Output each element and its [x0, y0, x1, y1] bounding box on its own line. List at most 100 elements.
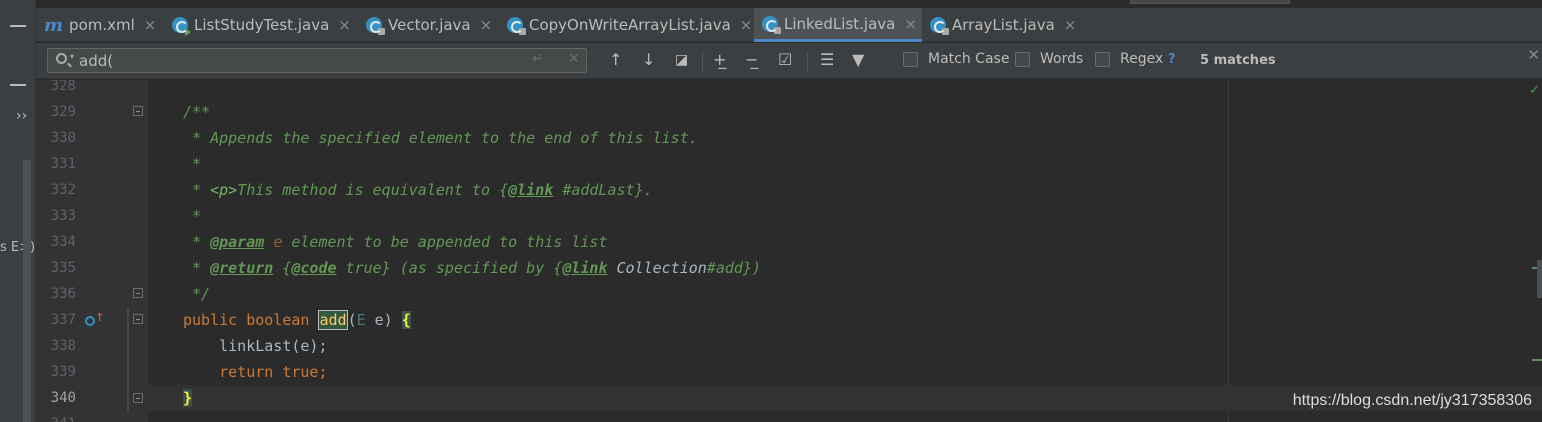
window-top-fragment [1130, 0, 1290, 4]
code-line: 334 * @param e element to be appended to… [36, 229, 1542, 255]
line-number: 338 [50, 338, 76, 354]
left-scrollbar[interactable] [23, 160, 31, 422]
code-token: This method is equivalent to { [237, 181, 509, 199]
code-editor[interactable]: 328 329 /** 330 * Appends the specified … [36, 80, 1542, 422]
line-number: 331 [50, 156, 76, 172]
close-find-bar-icon[interactable]: ✕ [1527, 46, 1540, 64]
code-token: e) [365, 311, 402, 329]
next-occurrence-icon[interactable]: ↓ [642, 51, 655, 69]
code-token: * [183, 259, 211, 277]
code-text: * @return {@code true} (as specified by … [183, 255, 761, 281]
code-token: public [183, 311, 238, 329]
code-text: return true; [183, 359, 327, 385]
tab-copy-on-write-array-list[interactable]: CopyOnWriteArrayList.java × [499, 8, 752, 42]
select-all-matches-icon[interactable]: ☑ [778, 51, 792, 69]
fold-marker-icon[interactable] [133, 106, 143, 116]
maven-icon: m [44, 14, 64, 36]
tab-label: LinkedList.java [784, 14, 896, 33]
match-case-label: Match Case [928, 51, 1010, 67]
tab-label: ListStudyTest.java [194, 16, 330, 34]
search-box[interactable]: ▾ ↵ ✕ [47, 48, 587, 73]
show-filter-popup-icon[interactable]: ☰ [820, 51, 834, 69]
regex-help-icon[interactable]: ? [1168, 52, 1176, 67]
close-icon[interactable]: × [338, 16, 351, 34]
code-line: 329 /** [36, 99, 1542, 125]
code-token: }. [634, 181, 653, 199]
line-number: 335 [50, 260, 76, 276]
code-token: Collection [616, 259, 707, 277]
line-number: 340 [50, 390, 76, 406]
add-occurrence-icon[interactable]: +̲ [713, 51, 726, 69]
minimize-icon[interactable] [10, 25, 26, 27]
tab-list-study-test[interactable]: ListStudyTest.java × [164, 8, 351, 42]
code-text: } [183, 385, 193, 411]
search-match-highlight: add [318, 310, 348, 330]
code-line: 335 * @return {@code true} (as specified… [36, 255, 1542, 281]
override-arrow-icon[interactable]: ↑ [95, 311, 104, 324]
filter-icon[interactable]: ▼ [852, 51, 864, 69]
code-text: * [183, 155, 202, 173]
java-class-icon [366, 17, 385, 35]
regex-checkbox[interactable]: Regex [1095, 51, 1163, 67]
tab-label: pom.xml [69, 16, 135, 34]
code-text: * @param e element to be appended to thi… [183, 229, 607, 255]
editor-scrollbar-thumb[interactable] [1537, 260, 1542, 298]
search-input[interactable] [79, 51, 519, 70]
code-token: { [273, 259, 292, 277]
matches-count: 5 matches [1200, 53, 1276, 68]
close-icon[interactable]: × [144, 16, 157, 34]
code-text: public boolean add(E e) { [183, 307, 411, 333]
code-text: * <p>This method is equivalent to {@link… [183, 177, 653, 203]
code-token: @code [291, 259, 337, 277]
code-line: 336 */ [36, 281, 1542, 307]
code-text: linkLast(e); [183, 337, 328, 355]
close-icon[interactable]: × [480, 16, 493, 34]
line-number: 334 [50, 234, 76, 250]
tab-label: Vector.java [388, 16, 471, 34]
code-line: 330 * Appends the specified element to t… [36, 125, 1542, 151]
expand-chevron-icon[interactable]: ›› [16, 108, 27, 124]
remove-occurrence-icon[interactable]: −̲ [745, 51, 758, 69]
search-icon[interactable] [56, 53, 67, 64]
newline-icon[interactable]: ↵ [532, 51, 544, 67]
tab-label: CopyOnWriteArrayList.java [529, 16, 731, 34]
code-token: @link [508, 181, 554, 199]
code-line: 337 public boolean add(E e) { [36, 307, 1542, 333]
tab-vector[interactable]: Vector.java × [358, 8, 492, 42]
inspection-ok-icon[interactable]: ✓ [1529, 83, 1540, 98]
checkbox-box[interactable] [903, 51, 918, 67]
code-token: true} (as specified by { [336, 259, 563, 277]
checkbox-box[interactable] [1095, 51, 1110, 67]
words-label: Words [1040, 51, 1084, 67]
clear-search-icon[interactable]: ✕ [568, 51, 580, 67]
code-token: ( [347, 311, 357, 329]
left-tool-strip: ›› s E>) [0, 0, 36, 422]
code-line: 331 * [36, 151, 1542, 177]
code-token: @param [210, 233, 265, 251]
close-icon[interactable]: × [740, 16, 753, 34]
tab-pom-xml[interactable]: m pom.xml × [36, 8, 156, 42]
code-token: e [273, 233, 283, 251]
tab-linked-list[interactable]: LinkedList.java × [754, 8, 922, 42]
java-class-icon [930, 17, 949, 35]
java-class-icon [507, 17, 526, 35]
collapse-icon[interactable] [10, 84, 26, 86]
fold-marker-icon[interactable] [133, 393, 143, 403]
fold-marker-icon[interactable] [133, 314, 143, 324]
code-token: E [356, 311, 366, 329]
previous-occurrence-icon[interactable]: ↑ [609, 51, 622, 69]
close-icon[interactable]: × [1064, 16, 1077, 34]
close-icon[interactable]: × [904, 15, 917, 33]
select-all-occurrences-icon[interactable]: ◪ [675, 51, 688, 69]
words-checkbox[interactable]: Words [1015, 51, 1083, 67]
code-text: * [183, 207, 202, 225]
code-text: * Appends the specified element to the e… [183, 129, 698, 147]
match-case-checkbox[interactable]: Match Case [903, 51, 1009, 67]
fold-marker-icon[interactable] [133, 288, 143, 298]
checkbox-box[interactable] [1015, 51, 1030, 67]
implements-method-icon[interactable] [85, 316, 95, 326]
error-stripe-mark[interactable] [1532, 359, 1542, 361]
tab-array-list[interactable]: ArrayList.java × [922, 8, 1076, 42]
search-history-dropdown-icon[interactable]: ▾ [70, 52, 74, 61]
